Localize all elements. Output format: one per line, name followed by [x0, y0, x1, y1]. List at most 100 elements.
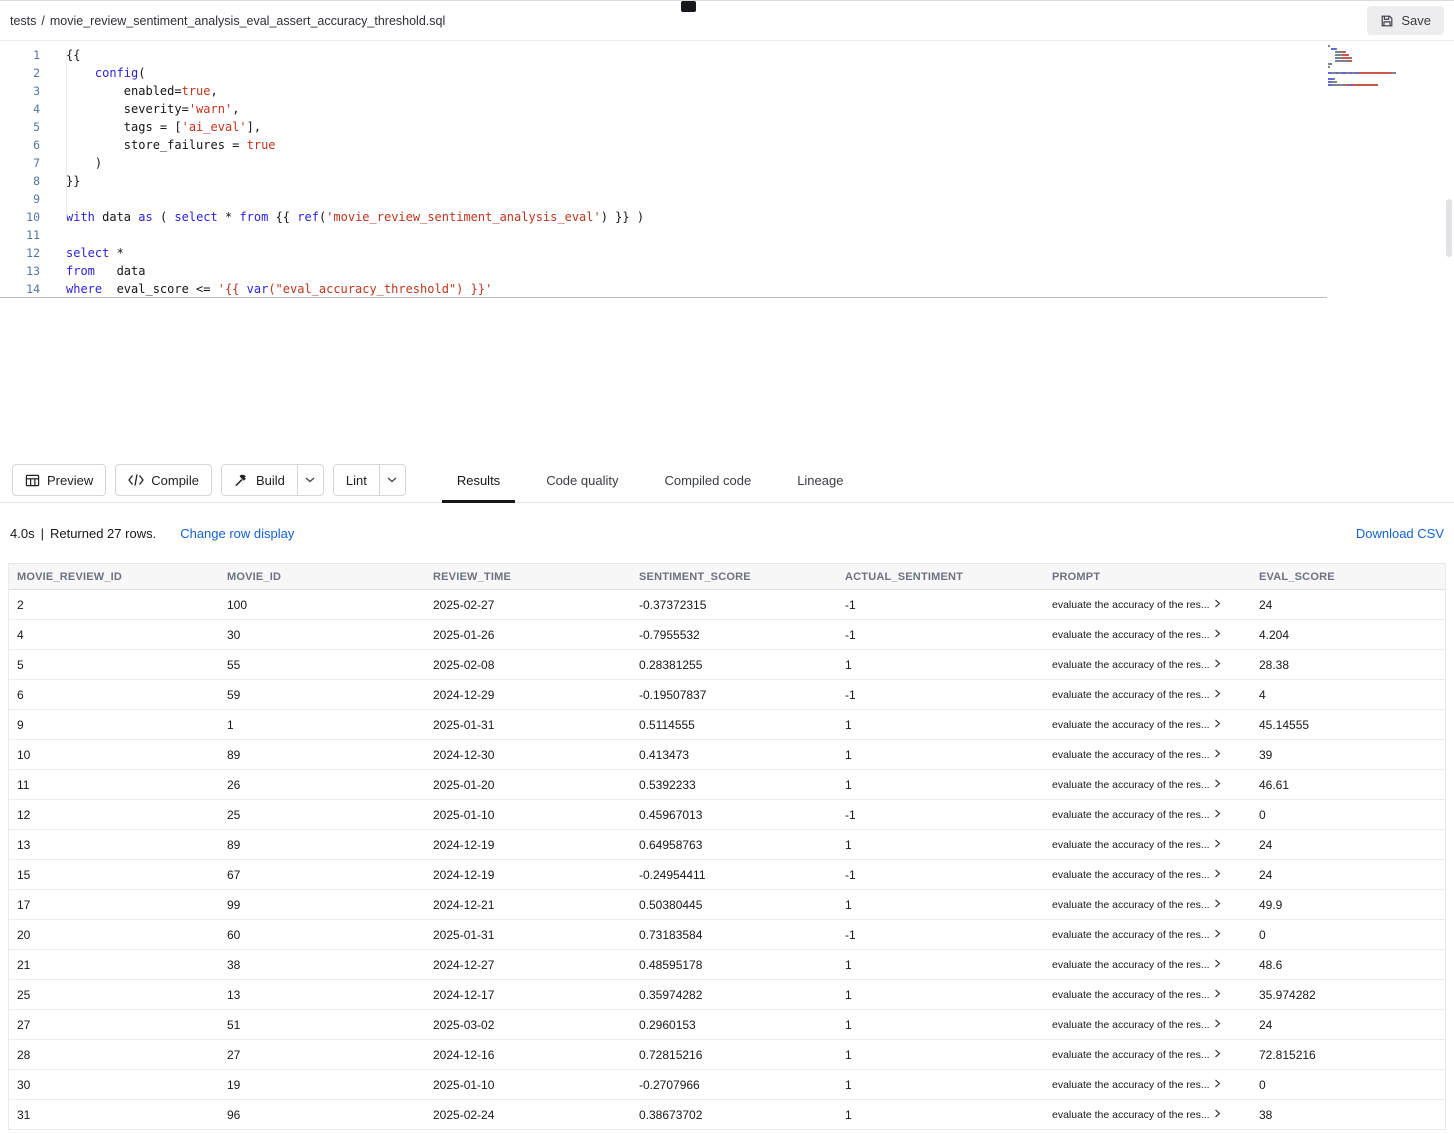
code-line[interactable]: 4 severity='warn', — [0, 100, 1327, 118]
compile-button-label: Compile — [151, 473, 199, 488]
tab-lineage[interactable]: Lineage — [782, 458, 858, 502]
table-cell: -0.19507837 — [631, 688, 837, 702]
prompt-cell[interactable]: evaluate the accuracy of the res... — [1044, 1049, 1251, 1061]
chevron-right-icon[interactable] — [1214, 901, 1222, 908]
table-cell: 89 — [219, 838, 425, 852]
prompt-cell[interactable]: evaluate the accuracy of the res... — [1044, 1079, 1251, 1091]
code-line[interactable]: 3 enabled=true, — [0, 82, 1327, 100]
eval-score-cell: 49.9 — [1251, 898, 1445, 912]
table-cell: 1 — [837, 658, 1044, 672]
table-cell: 28 — [9, 1048, 219, 1062]
table-cell: 1 — [219, 718, 425, 732]
code-line[interactable]: 1{{ — [0, 46, 1327, 64]
tab-compiled-code[interactable]: Compiled code — [649, 458, 766, 502]
code-line[interactable]: 6 store_failures = true — [0, 136, 1327, 154]
table-cell: 0.73183584 — [631, 928, 837, 942]
minimap[interactable] — [1328, 45, 1446, 87]
chevron-right-icon[interactable] — [1214, 931, 1222, 938]
table-cell: -1 — [837, 808, 1044, 822]
breadcrumb-filename: movie_review_sentiment_analysis_eval_ass… — [50, 14, 445, 28]
table-cell: 2025-01-31 — [425, 718, 631, 732]
table-cell: 2024-12-17 — [425, 988, 631, 1002]
code-line[interactable]: 8}} — [0, 172, 1327, 190]
editor-scrollbar[interactable] — [1446, 199, 1452, 257]
prompt-cell[interactable]: evaluate the accuracy of the res... — [1044, 749, 1251, 761]
lint-button-label: Lint — [346, 473, 367, 488]
chevron-right-icon[interactable] — [1214, 991, 1222, 998]
save-button-label: Save — [1401, 13, 1431, 28]
prompt-cell[interactable]: evaluate the accuracy of the res... — [1044, 599, 1251, 611]
code-editor[interactable]: 1{{2 config(3 enabled=true,4 severity='w… — [0, 41, 1454, 458]
action-toolbar: Preview Compile Build — [0, 458, 1454, 503]
prompt-cell[interactable]: evaluate the accuracy of the res... — [1044, 869, 1251, 881]
breadcrumb-folder[interactable]: tests — [10, 14, 36, 28]
chevron-right-icon[interactable] — [1214, 871, 1222, 878]
code-line[interactable]: 13from data — [0, 262, 1327, 280]
chevron-right-icon[interactable] — [1214, 961, 1222, 968]
chevron-right-icon[interactable] — [1214, 841, 1222, 848]
prompt-cell[interactable]: evaluate the accuracy of the res... — [1044, 659, 1251, 671]
eval-score-cell: 24 — [1251, 598, 1445, 612]
table-cell: 11 — [9, 778, 219, 792]
prompt-cell[interactable]: evaluate the accuracy of the res... — [1044, 1109, 1251, 1121]
chevron-right-icon[interactable] — [1214, 1051, 1222, 1058]
preview-button[interactable]: Preview — [12, 464, 106, 496]
build-dropdown-button[interactable] — [297, 465, 323, 495]
prompt-cell[interactable]: evaluate the accuracy of the res... — [1044, 689, 1251, 701]
eval-score-cell: 35.974282 — [1251, 988, 1445, 1002]
prompt-cell[interactable]: evaluate the accuracy of the res... — [1044, 959, 1251, 971]
code-line[interactable]: 10with data as ( select * from {{ ref('m… — [0, 208, 1327, 226]
prompt-cell[interactable]: evaluate the accuracy of the res... — [1044, 779, 1251, 791]
prompt-cell[interactable]: evaluate the accuracy of the res... — [1044, 839, 1251, 851]
table-cell: 1 — [837, 988, 1044, 1002]
change-row-display-link[interactable]: Change row display — [180, 526, 294, 541]
code-line[interactable]: 14where eval_score <= '{{ var("eval_accu… — [0, 280, 1327, 298]
code-line[interactable]: 11 — [0, 226, 1327, 244]
chevron-right-icon[interactable] — [1214, 691, 1222, 698]
code-line[interactable]: 2 config( — [0, 64, 1327, 82]
chevron-right-icon[interactable] — [1214, 721, 1222, 728]
code-editor-lines[interactable]: 1{{2 config(3 enabled=true,4 severity='w… — [0, 41, 1327, 298]
results-table: MOVIE_REVIEW_ID MOVIE_ID REVIEW_TIME SEN… — [8, 563, 1446, 1130]
chevron-right-icon[interactable] — [1214, 1081, 1222, 1088]
prompt-cell[interactable]: evaluate the accuracy of the res... — [1044, 1019, 1251, 1031]
status-left: 4.0s | Returned 27 rows. Change row disp… — [10, 526, 294, 541]
chevron-right-icon[interactable] — [1214, 601, 1222, 608]
table-cell: 30 — [9, 1078, 219, 1092]
code-line[interactable]: 12select * — [0, 244, 1327, 262]
chevron-right-icon[interactable] — [1214, 751, 1222, 758]
table-cell: 1 — [837, 748, 1044, 762]
lint-button[interactable]: Lint — [334, 465, 379, 495]
tab-code-quality[interactable]: Code quality — [531, 458, 633, 502]
chevron-right-icon[interactable] — [1214, 631, 1222, 638]
chevron-right-icon[interactable] — [1214, 781, 1222, 788]
compile-button[interactable]: Compile — [115, 464, 212, 496]
prompt-text: evaluate the accuracy of the res... — [1052, 1019, 1210, 1031]
prompt-cell[interactable]: evaluate the accuracy of the res... — [1044, 719, 1251, 731]
prompt-cell[interactable]: evaluate the accuracy of the res... — [1044, 899, 1251, 911]
column-header-review-time: REVIEW_TIME — [425, 571, 631, 583]
save-button[interactable]: Save — [1367, 6, 1444, 35]
code-line[interactable]: 5 tags = ['ai_eval'], — [0, 118, 1327, 136]
table-cell: 2025-01-10 — [425, 808, 631, 822]
prompt-cell[interactable]: evaluate the accuracy of the res... — [1044, 629, 1251, 641]
chevron-right-icon[interactable] — [1214, 1021, 1222, 1028]
table-cell: 0.50380445 — [631, 898, 837, 912]
tab-results[interactable]: Results — [442, 458, 515, 502]
eval-score-cell: 72.815216 — [1251, 1048, 1445, 1062]
prompt-cell[interactable]: evaluate the accuracy of the res... — [1044, 929, 1251, 941]
lint-dropdown-button[interactable] — [379, 465, 405, 495]
chevron-right-icon[interactable] — [1214, 661, 1222, 668]
download-csv-link[interactable]: Download CSV — [1356, 526, 1444, 541]
prompt-cell[interactable]: evaluate the accuracy of the res... — [1044, 989, 1251, 1001]
chevron-right-icon[interactable] — [1214, 1111, 1222, 1118]
build-button[interactable]: Build — [222, 465, 297, 495]
prompt-text: evaluate the accuracy of the res... — [1052, 719, 1210, 731]
prompt-cell[interactable]: evaluate the accuracy of the res... — [1044, 809, 1251, 821]
results-tabs: Results Code quality Compiled code Linea… — [434, 458, 867, 502]
chevron-right-icon[interactable] — [1214, 811, 1222, 818]
prompt-text: evaluate the accuracy of the res... — [1052, 809, 1210, 821]
code-line[interactable]: 9 — [0, 190, 1327, 208]
table-cell: 2025-02-24 — [425, 1108, 631, 1122]
code-line[interactable]: 7 ) — [0, 154, 1327, 172]
